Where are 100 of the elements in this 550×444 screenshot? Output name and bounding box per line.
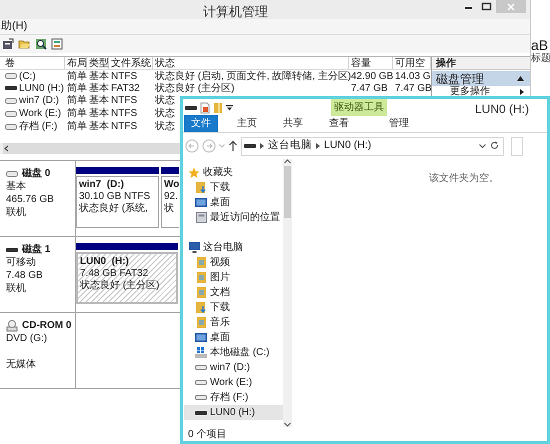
drive-icon [5,73,17,79]
scroll-up-icon[interactable] [284,159,291,164]
drive-icon [5,86,17,90]
table-cell: 简单 [67,121,87,132]
download-folder-icon [196,302,206,313]
desktop-icon [195,198,207,207]
partition-box[interactable]: LUN0 (H:) 7.48 GB FAT32 状态良好 (主分区) [76,252,178,304]
drive-icon [195,395,207,400]
nav-item[interactable]: win7 (D:) [184,360,283,375]
ribbon-tab[interactable]: 管理 [382,115,416,132]
drive-icon [5,124,17,130]
table-cell: 简单 [67,95,87,106]
table-cell: 基本 [89,95,109,106]
ribbon-tab[interactable]: 共享 [276,115,310,132]
nav-item[interactable]: 存档 (F:) [184,390,283,405]
drive-icon[interactable] [185,106,197,110]
download-folder-icon [196,182,206,193]
partition-info: 30.10 GB NTFS [79,191,152,202]
partition-info: 状 [164,203,175,215]
ribbon-tab[interactable]: 文件 [184,115,218,132]
drive-icon [6,248,18,252]
partition-info: 92. [164,191,179,202]
search-icon[interactable] [35,38,47,50]
column-header[interactable]: 可用空 [393,57,431,69]
table-cell: NTFS [111,108,138,119]
disk-name: 磁盘 1 [22,243,50,256]
recent-places-icon [196,212,206,223]
star-icon [188,166,200,178]
disk-info: 465.76 GB [6,193,55,206]
table-cell: LUN0 (H:) [19,82,64,94]
column-header[interactable]: 类型 [87,57,109,69]
ribbon-tab[interactable]: 查看 [322,115,356,132]
nav-item[interactable]: 收藏夹 [184,165,283,180]
section-header[interactable]: 磁盘管理 [432,71,530,86]
table-cell: 基本 [89,82,109,94]
nav-item[interactable]: 文档 [184,285,283,300]
column-header[interactable]: 卷 [3,57,65,69]
column-header[interactable]: 状态 [153,57,349,69]
nav-item[interactable]: 下载 [184,180,283,195]
computer-icon [188,242,200,253]
scroll-down-icon[interactable] [284,422,291,427]
vertical-scrollbar[interactable] [283,159,292,427]
disk-info: 联机 [6,282,27,295]
properties-icon[interactable] [2,38,14,50]
drive-icon [195,365,207,370]
folder-icon[interactable] [18,38,31,50]
table-cell: NTFS [111,121,138,132]
table-cell: 状态良好 (主分区) [155,82,234,94]
nav-item[interactable]: Work (E:) [184,375,283,390]
folder-icon [196,287,206,298]
nav-item[interactable]: LUN0 (H:) [184,405,283,420]
column-header[interactable]: 容量 [349,57,393,69]
table-cell: NTFS [111,95,138,106]
disk-info: 基本 [6,180,27,193]
menu-item[interactable]: 助(H) [0,18,28,35]
expand-arrow-icon [520,88,524,94]
style-preview-text: aB [531,37,550,53]
breadcrumb[interactable]: LUN0 (H:) [324,138,372,154]
disk-info: 联机 [6,206,27,219]
nav-item[interactable]: 下载 [184,300,283,315]
action-link[interactable]: 更多操作 [450,86,490,96]
nav-item[interactable]: 桌面 [184,330,283,345]
table-cell: 简单 [67,108,87,119]
nav-item[interactable]: 这台电脑 [184,240,283,255]
table-cell: 7.47 GB [351,82,388,94]
search-field[interactable] [511,136,523,156]
nav-item[interactable]: 视频 [184,255,283,270]
nav-item[interactable]: 图片 [184,270,283,285]
drive-icon [5,98,17,104]
column-header[interactable]: 布局 [65,57,87,69]
breadcrumb[interactable]: 这台电脑 [268,138,312,154]
list-icon[interactable] [51,38,63,50]
drive-icon [5,110,17,116]
partition-info: 状态良好 (主分区) [80,280,160,292]
context-tab-label: 驱动器工具 [331,99,387,116]
column-header[interactable]: 文件系统 [109,57,153,69]
folder-icon [196,257,206,268]
refresh-icon[interactable] [490,141,499,151]
nav-item[interactable]: 本地磁盘 (C:) [184,345,283,360]
up-arrow-icon[interactable] [228,140,238,152]
address-bar[interactable]: 这台电脑 LUN0 (H:) [241,136,504,156]
window-title: 计算机管理 [203,3,268,21]
dropdown-icon[interactable] [226,105,233,111]
table-cell: FAT32 [111,82,140,94]
dropdown-icon[interactable] [479,144,486,148]
drive-icon [195,410,207,414]
nav-item[interactable]: 最近访问的位置 [184,210,283,225]
table-cell: 状态 [155,95,175,106]
disk-drive-icon [195,347,207,358]
partition-box[interactable]: Wo 92. 状 [161,176,179,228]
table-cell: 简单 [67,70,87,82]
disk-info: DVD (G:) [6,332,48,345]
table-cell: Work (E:) [19,108,62,119]
nav-item[interactable]: 音乐 [184,315,283,330]
folder-icon [196,317,206,328]
partition-box[interactable]: win7 (D:) 30.10 GB NTFS 状态良好 (系统, [76,176,159,228]
ribbon-tab[interactable]: 主页 [230,115,264,132]
scroll-thumb[interactable] [284,166,291,218]
nav-item[interactable]: 桌面 [184,195,283,210]
document-icon[interactable] [200,102,210,114]
